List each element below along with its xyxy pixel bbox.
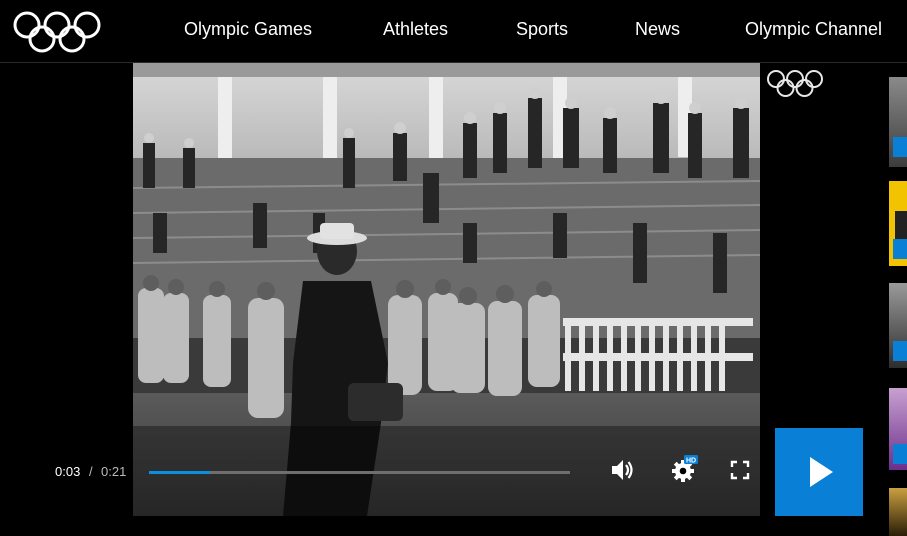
olympic-watermark-icon: [767, 70, 823, 97]
progress-bar[interactable]: [149, 471, 570, 474]
nav-olympic-games[interactable]: Olympic Games: [184, 19, 312, 40]
thumbnail-play-icon: [893, 239, 907, 259]
nav-sports[interactable]: Sports: [516, 19, 568, 40]
gear-icon: HD: [672, 455, 698, 482]
related-video-thumbnail[interactable]: [889, 388, 907, 470]
related-video-thumbnail[interactable]: [889, 488, 907, 536]
related-video-thumbnail[interactable]: [889, 283, 907, 368]
progress-fill: [149, 471, 211, 474]
top-navigation: Olympic Games Athletes Sports News Olymp…: [0, 0, 907, 63]
play-button[interactable]: [775, 428, 863, 516]
current-time: 0:03: [55, 464, 81, 479]
fullscreen-icon[interactable]: [725, 455, 755, 485]
hd-badge: HD: [686, 458, 696, 465]
related-video-thumbnail[interactable]: [889, 77, 907, 167]
thumbnail-play-icon: [893, 341, 907, 361]
settings-button[interactable]: HD: [668, 455, 698, 485]
nav-news[interactable]: News: [635, 19, 680, 40]
time-separator: /: [89, 464, 93, 479]
nav-athletes[interactable]: Athletes: [383, 19, 448, 40]
thumbnail-play-icon: [893, 137, 907, 157]
olympic-rings-icon[interactable]: [11, 11, 103, 53]
thumbnail-play-icon: [893, 444, 907, 464]
related-video-thumbnail[interactable]: [889, 181, 907, 266]
volume-icon[interactable]: [607, 455, 637, 485]
play-icon: [810, 457, 833, 487]
duration: 0:21: [101, 464, 127, 479]
player-controls: 0:03 / 0:21 HD: [0, 427, 760, 517]
nav-olympic-channel[interactable]: Olympic Channel: [745, 19, 882, 40]
